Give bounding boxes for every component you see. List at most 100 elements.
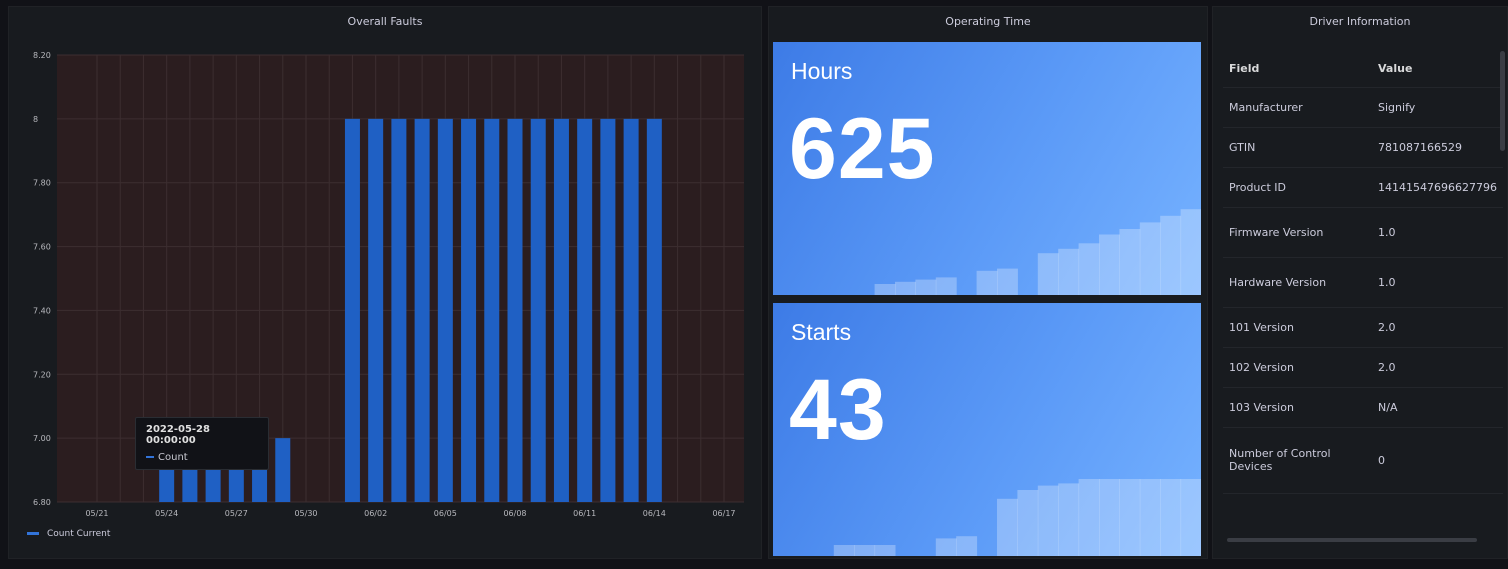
operating-time-panel: Operating Time Hours 625 Starts 43 — [768, 6, 1208, 559]
table-row: Manufacturer Signify — [1223, 87, 1503, 127]
sparkline-segment — [1139, 479, 1161, 556]
table-row: 102 Version 2.0 — [1223, 347, 1503, 387]
sparkline-segment — [935, 538, 957, 556]
bar — [507, 118, 523, 502]
x-tick-label: 05/21 — [85, 509, 108, 518]
faults-bar-chart[interactable]: 8.20 8 7.80 7.60 7.40 7.20 7.00 6.80 05/21 05/24 0… — [9, 37, 761, 557]
cell-value: Signify — [1378, 100, 1416, 114]
y-tick-label: 6.80 — [33, 498, 51, 507]
bar — [391, 118, 407, 502]
chart-tooltip: 2022-05-28 00:00:00 Count — [135, 417, 269, 470]
sparkline-segment — [915, 279, 937, 295]
sparkline-segment — [997, 268, 1018, 295]
table-row: Number of Control Devices 0 — [1223, 427, 1503, 493]
panel-title[interactable]: Overall Faults — [9, 7, 761, 37]
tooltip-series-label: Count — [158, 452, 188, 463]
cell-field: 103 Version — [1229, 400, 1294, 414]
cell-field: Hardware Version — [1229, 275, 1327, 289]
sparkline-segment — [1139, 222, 1161, 295]
tooltip-timestamp: 2022-05-28 00:00:00 — [146, 424, 210, 446]
x-tick-label: 06/05 — [434, 509, 457, 518]
cell-field: Manufacturer — [1229, 100, 1303, 114]
sparkline-segment — [1017, 490, 1039, 556]
panel-title[interactable]: Operating Time — [769, 7, 1207, 37]
legend-label[interactable]: Count Current — [47, 529, 110, 539]
table-row: Hardware Version 1.0 — [1223, 257, 1503, 307]
hours-stat: Hours 625 — [773, 42, 1201, 295]
chart-legend[interactable]: Count Current — [27, 529, 110, 539]
x-tick-label: 05/27 — [225, 509, 248, 518]
bar — [368, 118, 384, 502]
bar — [437, 118, 453, 502]
sparkline-segment — [874, 545, 896, 556]
legend-swatch-icon — [27, 532, 39, 535]
y-tick-label: 8.20 — [33, 51, 51, 60]
tooltip-series-row: Count — [146, 452, 258, 463]
sparkline-segment — [956, 536, 978, 556]
cell-field: Number of Control Devices — [1229, 447, 1331, 473]
cell-field: 101 Version — [1229, 320, 1294, 334]
stat-title: Starts — [791, 319, 852, 345]
x-tick-label: 06/14 — [643, 509, 666, 518]
series-color-icon — [146, 456, 154, 458]
table-header-row: Field Value — [1223, 51, 1503, 87]
bar — [461, 118, 477, 502]
sparkline-segment — [935, 277, 957, 295]
stat-value: 43 — [789, 362, 887, 458]
bar — [484, 118, 500, 502]
table-row: 103 Version N/A — [1223, 387, 1503, 427]
bar — [530, 118, 546, 502]
bar — [275, 438, 291, 502]
bar — [646, 118, 662, 502]
table-row: GTIN 781087166529 — [1223, 127, 1503, 167]
cell-field: Firmware Version — [1229, 225, 1324, 239]
sparkline-segment — [1119, 229, 1141, 295]
bar — [600, 118, 616, 502]
cell-field: 102 Version — [1229, 360, 1294, 374]
cell-field: GTIN — [1229, 140, 1256, 154]
bar — [553, 118, 569, 502]
table-row: Product ID 14141547696627796 — [1223, 167, 1503, 207]
driver-information-panel: Driver Information Field Value Manufactu… — [1212, 6, 1508, 559]
x-tick-label: 06/11 — [573, 509, 596, 518]
y-tick-label: 7.80 — [33, 179, 51, 188]
x-tick-label: 05/24 — [155, 509, 178, 518]
sparkline-segment — [1180, 209, 1201, 295]
cell-value: 14141547696627796 — [1378, 180, 1497, 194]
bar — [577, 118, 593, 502]
sparkline-segment — [1078, 479, 1100, 556]
stat-value: 625 — [789, 101, 936, 197]
sparkline-segment — [1160, 215, 1182, 295]
starts-stat: Starts 43 — [773, 303, 1201, 556]
x-tick-label: 05/30 — [294, 509, 317, 518]
bar — [344, 118, 360, 502]
sparkline-segment — [976, 270, 998, 295]
bar — [414, 118, 430, 502]
sparkline-segment — [1160, 479, 1182, 556]
y-tick-label: 7.60 — [33, 243, 51, 252]
sparkline-segment — [1037, 485, 1059, 556]
cell-value: N/A — [1378, 400, 1398, 414]
sparkline-segment — [1037, 253, 1059, 295]
column-header-field[interactable]: Field — [1223, 51, 1372, 87]
cell-value: 1.0 — [1378, 225, 1396, 239]
sparkline-segment — [833, 545, 855, 556]
sparkline-segment — [1099, 234, 1120, 295]
horizontal-scrollbar[interactable] — [1227, 538, 1477, 542]
sparkline-segment — [1099, 479, 1120, 556]
y-tick-label: 7.20 — [33, 370, 51, 379]
table-row: 101 Version 2.0 — [1223, 307, 1503, 347]
driver-info-table: Field Value Manufacturer Signify GTIN 78108… — [1223, 51, 1503, 494]
y-tick-label: 7.40 — [33, 306, 51, 315]
cell-value: 2.0 — [1378, 360, 1396, 374]
vertical-scrollbar[interactable] — [1500, 51, 1505, 151]
panel-title[interactable]: Driver Information — [1213, 7, 1507, 37]
column-header-value[interactable]: Value — [1372, 51, 1503, 87]
cell-value: 781087166529 — [1378, 140, 1462, 154]
sparkline-segment — [895, 281, 916, 295]
x-tick-label: 06/02 — [364, 509, 387, 518]
x-tick-label: 06/17 — [712, 509, 735, 518]
sparkline-segment — [1058, 248, 1080, 295]
bar — [623, 118, 639, 502]
stat-title: Hours — [791, 58, 853, 84]
